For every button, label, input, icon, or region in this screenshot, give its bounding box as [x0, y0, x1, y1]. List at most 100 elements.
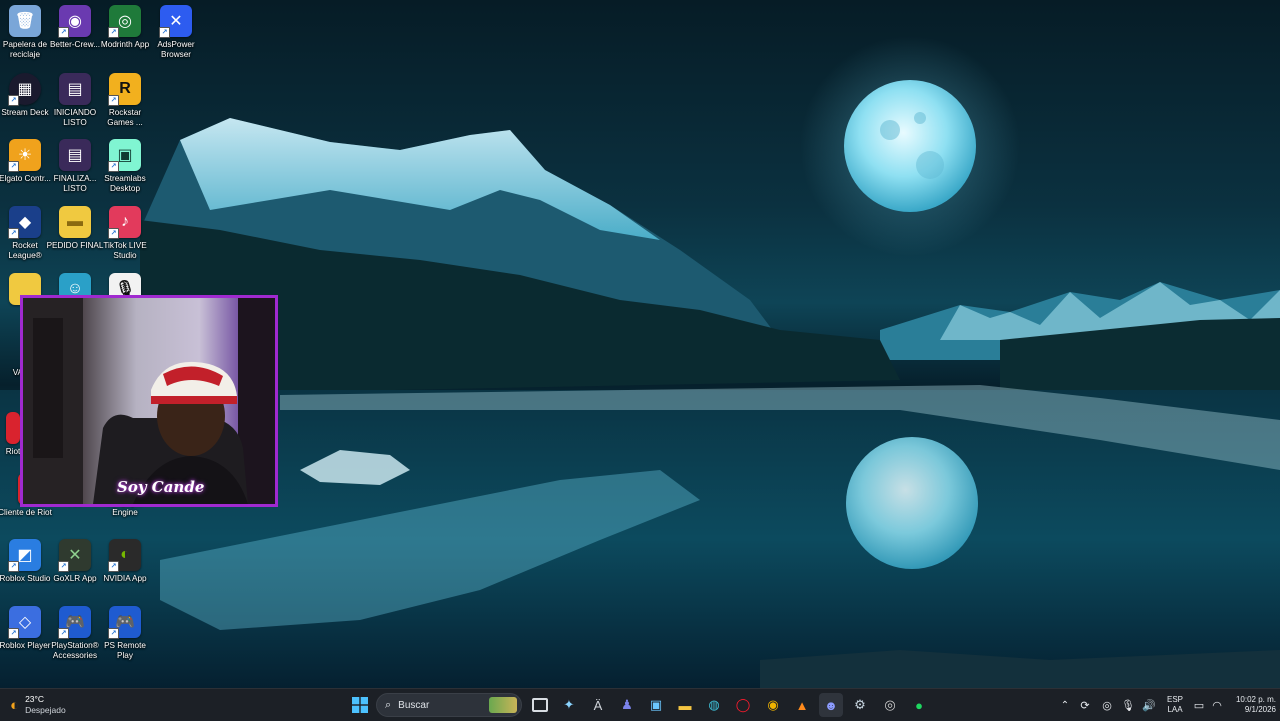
desktop-icon-elgato[interactable]: ☀ ↗ Elgato Contr...: [0, 139, 51, 184]
webcam-overlay: Soy Cande: [20, 295, 278, 507]
icon-label: Cliente de Riot: [0, 508, 52, 517]
weather-desc: Despejado: [25, 705, 66, 715]
spotify-icon: ●: [915, 697, 923, 713]
desktop-icon-playstation[interactable]: 🎮 ↗ PlayStation® Accessories: [50, 606, 100, 661]
search-placeholder: Buscar: [398, 699, 430, 711]
system-tray: ⌃ ⟳ ◎ 🎙 🔊 ESP LAA ▭ ◠ 10:02 p. m. 9/1/20…: [1056, 689, 1280, 721]
clock[interactable]: 10:02 p. m. 9/1/2026: [1230, 695, 1276, 715]
weather-widget[interactable]: ◐ 23°C Despejado: [10, 692, 66, 718]
riot-icon: [6, 412, 20, 444]
weather-temp: 23°C: [25, 694, 45, 704]
gamepad-icon: 🎮 ↗: [108, 606, 141, 639]
store-icon: ▣: [649, 697, 663, 712]
better-crew-icon: ◉ ↗: [58, 5, 91, 38]
opera-button[interactable]: ◯: [731, 693, 755, 717]
wifi-icon[interactable]: ◠: [1208, 699, 1226, 712]
clock-date: 9/1/2026: [1244, 705, 1276, 714]
desktop-icon-roblox-studio[interactable]: ◩ ↗ Roblox Studio: [0, 539, 50, 584]
app-a-icon: Ä: [593, 697, 603, 713]
taskbar-search[interactable]: ⌕ Buscar: [376, 693, 522, 717]
store-button[interactable]: ▣: [644, 693, 668, 717]
display-icon[interactable]: ▭: [1190, 699, 1208, 712]
app-orange-button[interactable]: ▲: [790, 693, 814, 717]
rocket-league-icon: ◆ ↗: [8, 206, 41, 239]
gamepad-icon: 🎮 ↗: [58, 606, 91, 639]
microphone-icon[interactable]: 🎙: [1118, 699, 1138, 712]
chevron-up-icon[interactable]: ⌃: [1056, 700, 1074, 711]
desktop-icon-recycle[interactable]: 🗑 Papelera de reciclaje: [0, 5, 50, 60]
edge-icon: ◍: [708, 697, 720, 712]
desktop-icon-goxlr[interactable]: ✕ ↗ GoXLR App: [50, 539, 100, 584]
desktop-icon-iniciando[interactable]: ▤ INICIANDO LISTO: [50, 73, 100, 128]
file-explorer-button[interactable]: ▬: [673, 693, 697, 717]
icon-label: AdsPower Browser: [157, 40, 195, 59]
tiktok-icon: ♪ ↗: [108, 206, 141, 239]
roblox-studio-icon: ◩ ↗: [8, 539, 41, 572]
lang-bottom: LAA: [1167, 705, 1183, 714]
streamlabs-icon: ▣ ↗: [108, 139, 141, 172]
app-a-button[interactable]: Ä: [586, 693, 610, 717]
desktop-icon-pedido[interactable]: ▬ PEDIDO FINAL: [47, 206, 103, 251]
language-indicator[interactable]: ESP LAA: [1160, 695, 1190, 715]
desktop-icon-better-crew[interactable]: ◉ ↗ Better-Crew...: [50, 5, 100, 50]
app-orange-icon: ▲: [795, 697, 809, 713]
chrome-button[interactable]: ◉: [761, 693, 785, 717]
desktop-icon-streamdeck[interactable]: ▦ ↗ Stream Deck: [0, 73, 50, 118]
rockstar-icon: R ↗: [108, 73, 141, 106]
desktop-icon-rocket-league[interactable]: ◆ ↗ Rocket League®: [0, 206, 50, 261]
desktop-icon-ps-remote[interactable]: 🎮 ↗ PS Remote Play: [100, 606, 150, 661]
task-view-button[interactable]: [528, 693, 552, 717]
icon-label: Modrinth App: [100, 40, 150, 49]
folder-icon: ▬: [678, 697, 692, 713]
opera-icon: ◯: [735, 697, 751, 712]
discord-icon: ☻: [824, 697, 838, 713]
icon-label: NVIDIA App: [103, 574, 147, 583]
desktop-icon-rockstar[interactable]: R ↗ Rockstar Games ...: [100, 73, 150, 128]
search-highlight-image: [489, 697, 517, 713]
steam-button[interactable]: ⚙: [848, 693, 872, 717]
start-button[interactable]: [348, 693, 372, 717]
desktop-icon-adspower[interactable]: ✕ ↗ AdsPower Browser: [151, 5, 201, 60]
spotify-button[interactable]: ●: [907, 693, 931, 717]
webcam-feed: [23, 298, 275, 504]
folder-icon: ▬: [59, 206, 91, 238]
elgato-icon: ☀ ↗: [8, 139, 41, 172]
desktop-icon-roblox-player[interactable]: ◇ ↗ Roblox Player: [0, 606, 50, 651]
video-file-icon: ▤: [59, 73, 91, 105]
teams-button[interactable]: ♟: [615, 693, 639, 717]
steam-icon: ⚙: [854, 697, 866, 712]
desktop-icon-tiktok[interactable]: ♪ ↗ TikTok LIVE Studio: [100, 206, 150, 261]
discord-button[interactable]: ☻: [819, 693, 843, 717]
desktop-icon-streamlabs[interactable]: ▣ ↗ Streamlabs Desktop: [100, 139, 150, 194]
notification-icon[interactable]: 🔔: [1276, 699, 1280, 712]
clock-time: 10:02 p. m.: [1235, 695, 1276, 704]
desktop-icon-nvidia[interactable]: ◐ ↗ NVIDIA App: [100, 539, 150, 584]
goxlr-icon: ✕ ↗: [58, 539, 91, 572]
taskbar: ◐ 23°C Despejado ⌕ Buscar ✦ Ä ♟ ▣ ▬ ◍ ◯ …: [0, 688, 1280, 721]
icon-label: Streamlabs Desktop: [104, 174, 146, 193]
volume-icon[interactable]: 🔊: [1138, 699, 1160, 712]
modrinth-icon: ◎ ↗: [108, 5, 141, 38]
desktop-icon-finaliza[interactable]: ▤ FINALIZA... LISTO: [50, 139, 100, 194]
search-icon: ⌕: [385, 698, 392, 711]
edge-button[interactable]: ◍: [702, 693, 726, 717]
copilot-button[interactable]: ✦: [557, 693, 581, 717]
obs-icon: ◎: [884, 697, 896, 712]
obs-button[interactable]: ◎: [878, 693, 902, 717]
recycle-bin-icon: 🗑: [9, 5, 41, 37]
copilot-icon: ✦: [563, 697, 575, 712]
webcam-overlay-text: Soy Cande: [117, 478, 205, 496]
teams-icon: ♟: [621, 697, 633, 712]
stream-deck-icon: ▦ ↗: [8, 73, 41, 106]
windows-icon: [352, 697, 368, 713]
weather-sun-icon: ◐: [10, 696, 20, 714]
desktop[interactable]: 🗑 Papelera de reciclaje ◉ ↗ Better-Crew..…: [0, 0, 1280, 688]
network-app-icon[interactable]: ◎: [1096, 699, 1118, 712]
roblox-player-icon: ◇ ↗: [8, 606, 41, 639]
sync-icon[interactable]: ⟳: [1074, 699, 1096, 712]
icon-label: TikTok LIVE Studio: [103, 241, 147, 260]
desktop-icon-modrinth[interactable]: ◎ ↗ Modrinth App: [100, 5, 150, 50]
lang-top: ESP: [1166, 695, 1183, 704]
chrome-icon: ◉: [767, 697, 779, 712]
nvidia-icon: ◐ ↗: [108, 539, 141, 572]
